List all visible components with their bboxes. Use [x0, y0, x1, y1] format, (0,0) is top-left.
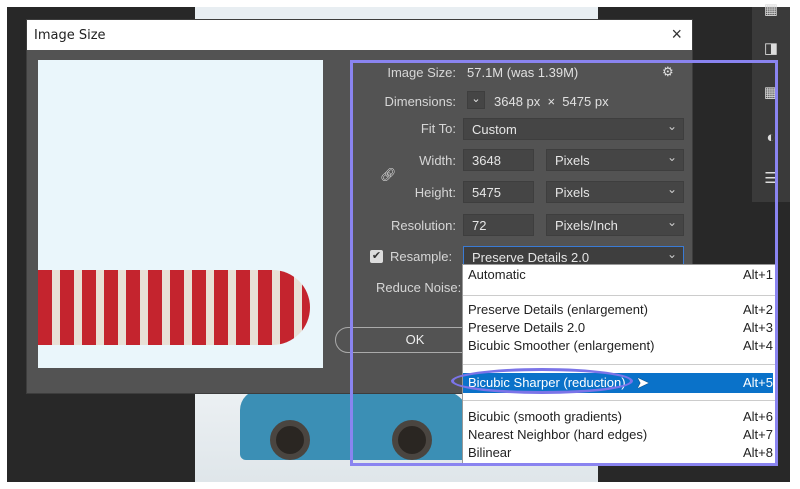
image-preview[interactable] — [38, 60, 323, 368]
resample-checkbox[interactable]: ✔ — [370, 250, 383, 263]
image-size-label: Image Size: — [387, 65, 456, 80]
menu-item-shortcut: Alt+6 — [743, 409, 773, 424]
menu-item-bilinear[interactable]: Bilinear Alt+8 — [468, 444, 773, 462]
constrain-link-icon[interactable]: 🔗︎ — [380, 167, 397, 183]
width-label: Width: — [419, 153, 456, 168]
menu-divider — [463, 295, 777, 296]
resolution-label: Resolution: — [390, 218, 456, 233]
fit-to-label: Fit To: — [420, 121, 456, 136]
menu-item-automatic[interactable]: Automatic Alt+1 — [468, 266, 773, 284]
menu-item-label: Bicubic (smooth gradients) — [468, 409, 622, 424]
sliders-icon[interactable]: ☰ — [762, 170, 780, 188]
height-label: Height: — [414, 185, 456, 200]
menu-item-shortcut: Alt+3 — [743, 320, 773, 335]
height-unit-select[interactable]: Pixels — [546, 181, 684, 203]
image-size-value: 57.1M (was 1.39M) — [467, 65, 579, 80]
menu-divider — [463, 364, 777, 365]
annotation-ellipse — [451, 368, 633, 394]
resample-dropdown-menu: Automatic Alt+1 Preserve Details (enlarge… — [462, 264, 778, 466]
preview-object — [38, 270, 310, 345]
menu-item-label: Bilinear — [468, 445, 512, 460]
menu-item-shortcut: Alt+8 — [743, 445, 773, 460]
dimensions-value: 3648 px × 5475 px — [494, 94, 609, 109]
resolution-unit-select[interactable]: Pixels/Inch — [546, 214, 684, 236]
menu-item-label: Preserve Details (enlargement) — [468, 302, 648, 317]
menu-item-label: Preserve Details 2.0 — [468, 320, 586, 335]
car-wheel — [392, 420, 432, 460]
menu-item-nearest-neighbor[interactable]: Nearest Neighbor (hard edges) Alt+7 — [468, 426, 773, 444]
mouse-cursor-icon: ➤ — [636, 375, 650, 392]
reduce-noise-label: Reduce Noise: — [376, 280, 462, 295]
grid-icon[interactable]: ▦ — [762, 84, 780, 102]
menu-divider — [463, 400, 777, 401]
right-panel: ▦ ◨ ▦ ◐ ☰ — [752, 1, 790, 202]
width-input[interactable]: 3648 — [463, 149, 534, 171]
dialog-title: Image Size — [27, 20, 692, 50]
car-wheel — [270, 420, 310, 460]
menu-item-shortcut: Alt+7 — [743, 427, 773, 442]
dimensions-unit-dropdown[interactable]: ⌄ — [467, 91, 485, 109]
adjustments-icon[interactable]: ◐ — [762, 129, 780, 147]
gradient-icon[interactable]: ◨ — [762, 40, 780, 58]
menu-item-shortcut: Alt+5 — [743, 375, 773, 390]
swatches-icon[interactable]: ▦ — [762, 1, 780, 19]
menu-item-label: Bicubic Smoother (enlargement) — [468, 338, 655, 353]
gear-icon[interactable]: ⚙ — [662, 64, 674, 80]
menu-item-shortcut: Alt+4 — [743, 338, 773, 353]
width-unit-select[interactable]: Pixels — [546, 149, 684, 171]
menu-item-label: Automatic — [468, 267, 526, 282]
menu-item-shortcut: Alt+1 — [743, 267, 773, 282]
dimensions-label: Dimensions: — [384, 94, 456, 109]
close-icon[interactable]: × — [671, 24, 682, 45]
fit-to-select[interactable]: Custom — [463, 118, 684, 140]
menu-item-preserve-details[interactable]: Preserve Details (enlargement) Alt+2 — [468, 301, 773, 319]
resample-label: Resample: — [390, 249, 453, 264]
resolution-input[interactable]: 72 — [463, 214, 534, 236]
height-input[interactable]: 5475 — [463, 181, 534, 203]
menu-item-preserve-details-2[interactable]: Preserve Details 2.0 Alt+3 — [468, 319, 773, 337]
menu-item-shortcut: Alt+2 — [743, 302, 773, 317]
menu-item-label: Nearest Neighbor (hard edges) — [468, 427, 648, 442]
menu-item-bicubic-smoother[interactable]: Bicubic Smoother (enlargement) Alt+4 — [468, 337, 773, 355]
menu-item-bicubic[interactable]: Bicubic (smooth gradients) Alt+6 — [468, 408, 773, 426]
